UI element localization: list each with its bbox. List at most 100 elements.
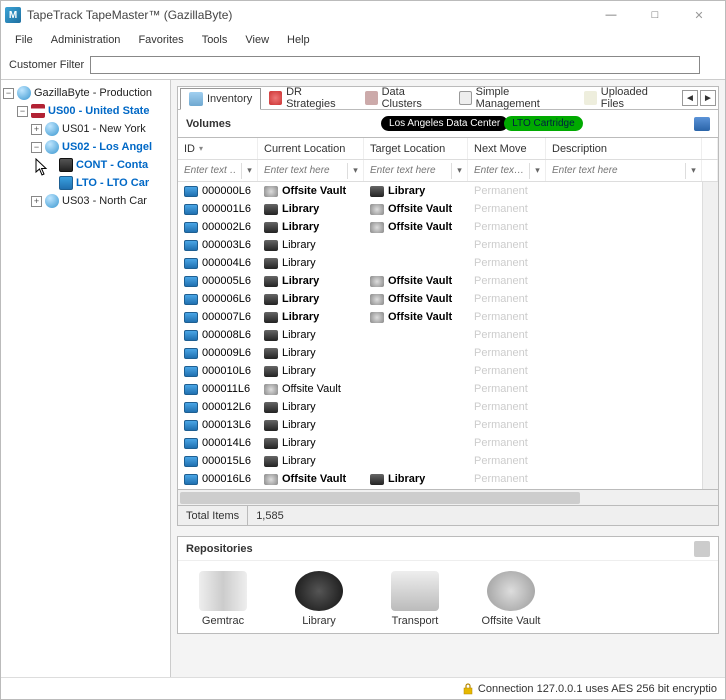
tab-inventory[interactable]: Inventory — [180, 88, 261, 110]
expand-icon[interactable]: + — [31, 124, 42, 135]
tree-root-label: GazillaByte - Production — [34, 87, 152, 99]
row-current-location: Library — [282, 455, 316, 467]
tree-root[interactable]: − GazillaByte - Production — [3, 84, 168, 102]
repo-label: Library — [302, 615, 336, 627]
tab-label: DR Strategies — [286, 86, 349, 110]
repo-transport[interactable]: Transport — [380, 571, 450, 627]
table-row[interactable]: 000010L6LibraryPermanent — [178, 362, 718, 380]
table-row[interactable]: 000003L6LibraryPermanent — [178, 236, 718, 254]
filter-icon[interactable]: ▾ — [347, 163, 363, 179]
lock-icon — [462, 683, 474, 695]
table-row[interactable]: 000002L6LibraryOffsite VaultPermanent — [178, 218, 718, 236]
row-target-location: Offsite Vault — [388, 221, 452, 233]
minimize-button[interactable]: — — [589, 1, 633, 29]
tab-next-button[interactable]: ► — [700, 90, 716, 106]
row-next-move: Permanent — [474, 221, 528, 233]
tab-simple-management[interactable]: Simple Management — [451, 87, 576, 109]
tree-us01[interactable]: +US01 - New York — [3, 120, 168, 138]
filter-de-input[interactable] — [546, 165, 685, 176]
row-current-location: Library — [282, 293, 319, 305]
repo-offsite-vault[interactable]: Offsite Vault — [476, 571, 546, 627]
column-target-location[interactable]: Target Location — [364, 138, 468, 159]
collapse-icon[interactable]: − — [31, 142, 42, 153]
table-row[interactable]: 000017L6Offsite VaultPermanent — [178, 488, 718, 489]
table-row[interactable]: 000009L6LibraryPermanent — [178, 344, 718, 362]
row-next-move: Permanent — [474, 185, 528, 197]
tab-dr[interactable]: DR Strategies — [261, 87, 357, 109]
status-text: Connection 127.0.0.1 uses AES 256 bit en… — [478, 683, 717, 695]
tree-us00[interactable]: −US00 - United State — [3, 102, 168, 120]
tape-icon — [184, 402, 198, 413]
table-row[interactable]: 000007L6LibraryOffsite VaultPermanent — [178, 308, 718, 326]
filter-nm-input[interactable] — [468, 165, 529, 176]
repo-library[interactable]: Library — [284, 571, 354, 627]
table-row[interactable]: 000001L6LibraryOffsite VaultPermanent — [178, 200, 718, 218]
menu-administration[interactable]: Administration — [43, 32, 129, 48]
row-target-location: Library — [388, 473, 425, 485]
collapse-icon[interactable]: − — [17, 106, 28, 117]
tree-us03[interactable]: +US03 - North Car — [3, 192, 168, 210]
tape-icon — [184, 204, 198, 215]
maximize-button[interactable]: □ — [633, 1, 677, 29]
row-next-move: Permanent — [474, 383, 528, 395]
library-icon — [295, 571, 343, 611]
tab-uploaded-files[interactable]: Uploaded Files — [576, 87, 676, 109]
table-row[interactable]: 000011L6Offsite VaultPermanent — [178, 380, 718, 398]
expand-icon[interactable]: + — [31, 196, 42, 207]
table-row[interactable]: 000014L6LibraryPermanent — [178, 434, 718, 452]
filter-cl-input[interactable] — [258, 165, 347, 176]
menu-file[interactable]: File — [7, 32, 41, 48]
menu-favorites[interactable]: Favorites — [130, 32, 191, 48]
column-current-location[interactable]: Current Location — [258, 138, 364, 159]
table-row[interactable]: 000005L6LibraryOffsite VaultPermanent — [178, 272, 718, 290]
gear-icon[interactable] — [694, 541, 710, 557]
table-row[interactable]: 000008L6LibraryPermanent — [178, 326, 718, 344]
customer-filter-input[interactable] — [90, 56, 700, 74]
row-current-location: Library — [282, 437, 316, 449]
table-row[interactable]: 000016L6Offsite VaultLibraryPermanent — [178, 470, 718, 488]
close-button[interactable]: ✕ — [677, 1, 721, 29]
horizontal-scrollbar[interactable] — [177, 490, 719, 506]
collapse-icon[interactable]: − — [3, 88, 14, 99]
column-description[interactable]: Description — [546, 138, 702, 159]
table-row[interactable]: 000013L6LibraryPermanent — [178, 416, 718, 434]
scroll-thumb[interactable] — [180, 492, 580, 504]
tab-label: Simple Management — [476, 86, 568, 110]
table-row[interactable]: 000012L6LibraryPermanent — [178, 398, 718, 416]
table-row[interactable]: 000015L6LibraryPermanent — [178, 452, 718, 470]
row-current-location: Library — [282, 365, 316, 377]
tab-data-clusters[interactable]: Data Clusters — [357, 87, 451, 109]
filter-icon[interactable]: ▾ — [685, 163, 701, 179]
row-id: 000003L6 — [202, 239, 251, 251]
vault-icon — [370, 294, 384, 305]
tab-prev-button[interactable]: ◄ — [682, 90, 698, 106]
filter-tl-input[interactable] — [364, 165, 451, 176]
database-icon[interactable] — [694, 117, 710, 131]
tree-lto[interactable]: LTO - LTO Car — [3, 174, 168, 192]
vertical-scrollbar[interactable] — [702, 182, 718, 489]
tree-cont[interactable]: CONT - Conta — [3, 156, 168, 174]
tape-icon — [184, 186, 198, 197]
table-row[interactable]: 000006L6LibraryOffsite VaultPermanent — [178, 290, 718, 308]
table-row[interactable]: 000004L6LibraryPermanent — [178, 254, 718, 272]
titlebar[interactable]: M TapeTrack TapeMaster™ (GazillaByte) — … — [1, 1, 725, 29]
column-next-move[interactable]: Next Move — [468, 138, 546, 159]
row-next-move: Permanent — [474, 293, 528, 305]
tree-us02[interactable]: −US02 - Los Angel — [3, 138, 168, 156]
repo-label: Gemtrac — [202, 615, 244, 627]
customer-filter-bar: Customer Filter — [1, 51, 725, 79]
filter-id-input[interactable] — [178, 165, 241, 176]
menu-view[interactable]: View — [237, 32, 277, 48]
repo-gemtrac[interactable]: Gemtrac — [188, 571, 258, 627]
menu-help[interactable]: Help — [279, 32, 318, 48]
filter-icon[interactable]: ▾ — [241, 163, 257, 179]
column-id[interactable]: ID▾ — [178, 138, 258, 159]
menu-tools[interactable]: Tools — [194, 32, 236, 48]
library-icon — [264, 294, 278, 305]
table-row[interactable]: 000000L6Offsite VaultLibraryPermanent — [178, 182, 718, 200]
row-id: 000004L6 — [202, 257, 251, 269]
filter-icon[interactable]: ▾ — [451, 163, 467, 179]
filter-icon[interactable]: ▾ — [529, 163, 545, 179]
grid-filters: ▾ ▾ ▾ ▾ ▾ — [178, 160, 718, 182]
tree-sidebar: −GazillaByte - Production −US00 - United… — [1, 80, 171, 677]
